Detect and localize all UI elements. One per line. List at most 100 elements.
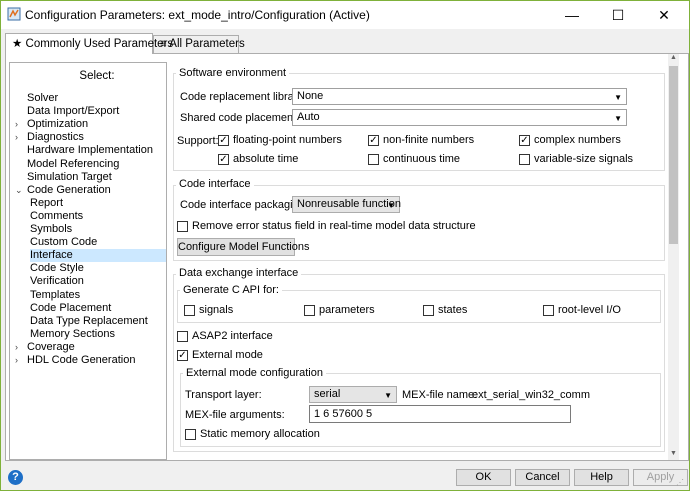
settings-pane: Software environment Code replacement li… xyxy=(171,54,679,460)
tree-header: Select: xyxy=(79,70,115,82)
continuous-time-checkbox[interactable]: continuous time xyxy=(368,153,460,165)
main-content: Select: Solver Data Import/Export › Optimiz… xyxy=(5,53,689,461)
checkbox-label: Static memory allocation xyxy=(200,428,320,440)
mex-file-arguments-input[interactable] xyxy=(309,405,571,423)
checkbox-box xyxy=(177,330,188,342)
button-label: OK xyxy=(475,471,492,483)
checkbox-label: parameters xyxy=(319,304,375,316)
c-api-states-checkbox[interactable]: states xyxy=(423,304,467,316)
tree-item-solver[interactable]: Solver xyxy=(15,92,58,105)
floating-point-checkbox[interactable]: ✓ floating-point numbers xyxy=(218,134,342,146)
scrollbar-thumb[interactable] xyxy=(669,66,678,244)
variable-size-checkbox[interactable]: variable-size signals xyxy=(519,153,633,165)
tree-item-symbols[interactable]: Symbols xyxy=(30,223,72,236)
tree-item-data-type-replacement[interactable]: Data Type Replacement xyxy=(30,315,148,328)
transport-layer-value: serial xyxy=(314,388,341,400)
tree-item-coverage[interactable]: › Coverage xyxy=(15,341,75,354)
checkbox-label: states xyxy=(438,304,468,316)
tab-bar: ★ Commonly Used Parameters ≡ All Paramet… xyxy=(1,29,689,54)
tree-item-data-import-export[interactable]: Data Import/Export xyxy=(15,105,119,118)
c-api-signals-checkbox[interactable]: signals xyxy=(184,304,233,316)
checkbox-label: External mode xyxy=(192,349,263,361)
minimize-icon: — xyxy=(565,7,579,23)
checkbox-box xyxy=(368,153,379,165)
chevron-right-icon[interactable]: › xyxy=(15,118,27,131)
tree-item-report[interactable]: Report xyxy=(30,197,63,210)
chevron-right-icon[interactable]: › xyxy=(15,354,27,367)
tree-item-label: Interface xyxy=(30,249,73,262)
shared-code-label: Shared code placement: xyxy=(180,112,300,124)
checkbox-box: ✓ xyxy=(177,349,188,361)
tree-item-label: Comments xyxy=(30,209,84,222)
scroll-down-icon[interactable]: ▼ xyxy=(668,450,679,460)
help-icon[interactable]: ? xyxy=(8,470,23,485)
chevron-down-icon[interactable]: ⌄ xyxy=(15,184,27,197)
static-memory-checkbox[interactable]: Static memory allocation xyxy=(185,428,320,440)
non-finite-checkbox[interactable]: ✓ non-finite numbers xyxy=(368,134,474,146)
shared-code-select[interactable]: Auto ▼ xyxy=(292,109,627,126)
resize-grip-icon[interactable]: ⋰ xyxy=(676,478,686,488)
tree-item-optimization[interactable]: › Optimization xyxy=(15,118,88,131)
transport-layer-select[interactable]: serial ▼ xyxy=(309,386,397,403)
tree-item-code-placement[interactable]: Code Placement xyxy=(30,302,111,315)
tree-item-label: Optimization xyxy=(27,118,89,131)
ok-button[interactable]: OK xyxy=(456,469,511,486)
checkbox-label: complex numbers xyxy=(534,134,621,146)
tree-item-hdl-code-generation[interactable]: › HDL Code Generation xyxy=(15,354,135,367)
maximize-button[interactable]: ☐ xyxy=(595,1,641,29)
code-replacement-select[interactable]: None ▼ xyxy=(292,88,627,105)
tree-item-label: Model Referencing xyxy=(27,157,120,170)
button-label: Cancel xyxy=(525,471,560,483)
tree-item-simulation-target[interactable]: Simulation Target xyxy=(15,171,112,184)
tree-item-hardware-implementation[interactable]: Hardware Implementation xyxy=(15,144,153,157)
tree-item-diagnostics[interactable]: › Diagnostics xyxy=(15,131,84,144)
remove-error-status-checkbox[interactable]: Remove error status field in real-time m… xyxy=(177,220,476,232)
title-bar: Configuration Parameters: ext_mode_intro… xyxy=(1,1,689,29)
window-title: Configuration Parameters: ext_mode_intro… xyxy=(25,8,370,22)
tree-item-verification[interactable]: Verification xyxy=(30,275,84,288)
chevron-down-icon: ▼ xyxy=(387,201,395,210)
tree-item-code-style[interactable]: Code Style xyxy=(30,262,84,275)
tree-item-label: Report xyxy=(30,196,64,209)
tree-item-custom-code[interactable]: Custom Code xyxy=(30,236,97,249)
minimize-button[interactable]: — xyxy=(549,1,595,29)
chevron-down-icon: ▼ xyxy=(614,114,622,123)
tree-item-templates[interactable]: Templates xyxy=(30,289,80,302)
chevron-right-icon[interactable]: › xyxy=(15,131,27,144)
checkbox-label: variable-size signals xyxy=(534,153,634,165)
tree-item-model-referencing[interactable]: Model Referencing xyxy=(15,158,119,171)
external-mode-checkbox[interactable]: ✓ External mode xyxy=(177,349,263,361)
help-button[interactable]: Help xyxy=(574,469,629,486)
code-replacement-label: Code replacement library: xyxy=(180,91,306,103)
chevron-right-icon[interactable]: › xyxy=(15,341,27,354)
tree-item-interface[interactable]: Interface xyxy=(30,249,166,263)
tab-commonly-used[interactable]: ★ Commonly Used Parameters xyxy=(5,33,173,54)
c-api-parameters-checkbox[interactable]: parameters xyxy=(304,304,375,316)
packaging-select[interactable]: Nonreusable function ▼ xyxy=(292,196,401,213)
c-api-title: Generate C API for: xyxy=(180,284,282,296)
asap2-checkbox[interactable]: ASAP2 interface xyxy=(177,330,273,342)
checkbox-label: ASAP2 interface xyxy=(192,330,273,342)
checkbox-label: Remove error status field in real-time m… xyxy=(192,220,476,232)
configure-model-functions-button[interactable]: Configure Model Functions xyxy=(177,238,309,256)
tree-item-memory-sections[interactable]: Memory Sections xyxy=(30,328,115,341)
config-dialog: Configuration Parameters: ext_mode_intro… xyxy=(0,0,690,491)
c-api-root-io-checkbox[interactable]: root-level I/O xyxy=(543,304,621,316)
tree-item-code-generation[interactable]: ⌄ Code Generation xyxy=(15,184,111,197)
absolute-time-checkbox[interactable]: ✓ absolute time xyxy=(218,153,298,165)
chevron-down-icon: ▼ xyxy=(614,93,622,102)
checkbox-box xyxy=(519,153,530,165)
scroll-up-icon[interactable]: ▲ xyxy=(668,54,679,64)
close-button[interactable]: ✕ xyxy=(641,1,687,29)
tree-item-label: Simulation Target xyxy=(27,170,112,183)
checkbox-box xyxy=(184,304,195,316)
complex-numbers-checkbox[interactable]: ✓ complex numbers xyxy=(519,134,621,146)
mex-file-name-label: MEX-file name: xyxy=(402,389,478,401)
cancel-button[interactable]: Cancel xyxy=(515,469,570,486)
vertical-scrollbar[interactable]: ▲ ▼ xyxy=(668,54,679,460)
close-icon: ✕ xyxy=(658,6,670,23)
button-label: Help xyxy=(590,471,613,483)
tree-item-comments[interactable]: Comments xyxy=(30,210,83,223)
category-tree[interactable]: Select: Solver Data Import/Export › Optimiz… xyxy=(9,62,167,460)
maximize-icon: ☐ xyxy=(611,6,625,23)
